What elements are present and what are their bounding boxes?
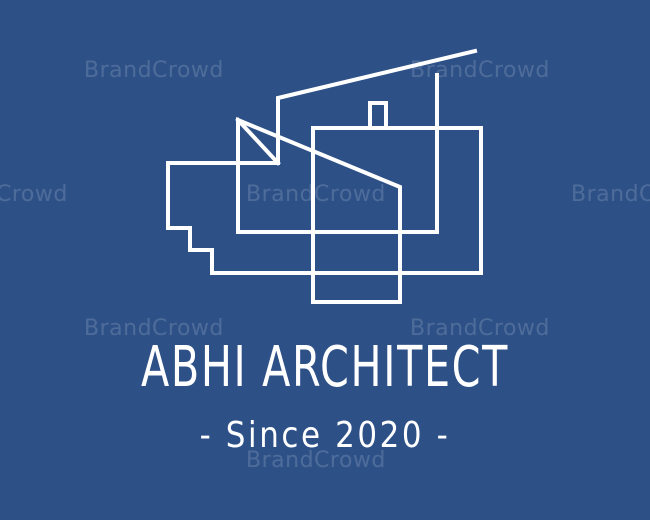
icon-chimney <box>368 101 388 126</box>
brand-name: ABHI ARCHITECT <box>140 335 510 400</box>
icon-stepped-side <box>166 73 483 304</box>
tagline: - Since 2020 - <box>199 415 451 456</box>
icon-stepped-outline <box>166 48 478 165</box>
logo-canvas: BrandCrowd BrandCrowd Crowd BrandCrowd B… <box>0 0 650 520</box>
